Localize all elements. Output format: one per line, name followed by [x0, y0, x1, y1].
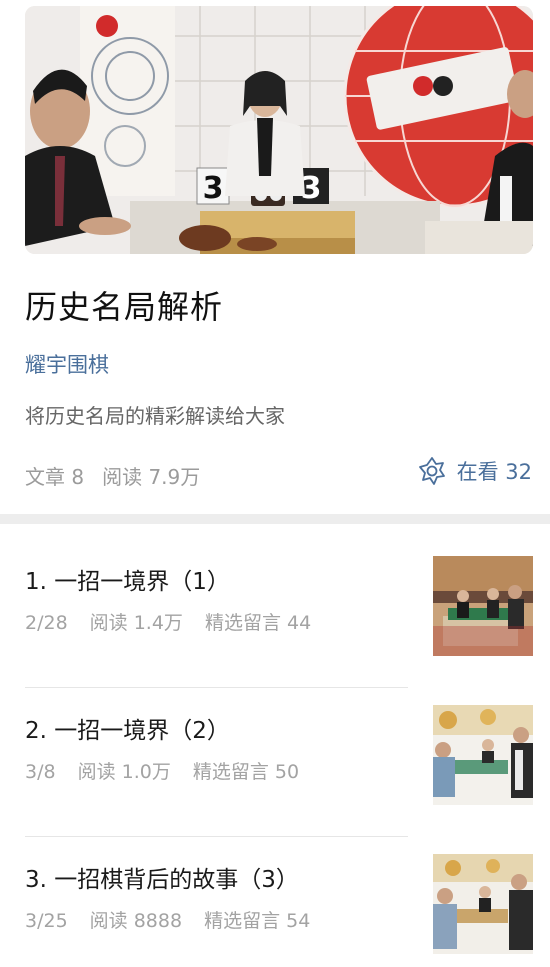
section-divider — [0, 514, 550, 524]
list-item[interactable]: 2. 一招一境界（2） 3/8 阅读 1.0万 精选留言 50 — [25, 705, 533, 811]
list-divider — [25, 836, 408, 837]
article-date: 3/8 — [25, 761, 56, 783]
article-date: 2/28 — [25, 612, 68, 634]
watching-label: 在看 32 — [456, 460, 532, 484]
article-thumbnail — [433, 705, 533, 805]
list-divider — [25, 687, 408, 688]
album-stats: 文章 8 阅读 7.9万 — [25, 461, 200, 490]
list-item[interactable]: 3. 一招棋背后的故事（3） 3/25 阅读 8888 精选留言 54 — [25, 854, 533, 960]
article-meta: 3/25 阅读 8888 精选留言 54 — [25, 906, 332, 933]
article-reads: 阅读 1.0万 — [77, 761, 171, 783]
album-description: 将历史名局的精彩解读给大家 — [25, 404, 285, 428]
article-reads: 阅读 8888 — [89, 910, 183, 932]
article-comments: 精选留言 54 — [204, 910, 311, 932]
author-link[interactable]: 耀宇围棋 — [25, 349, 109, 379]
article-meta: 2/28 阅读 1.4万 精选留言 44 — [25, 608, 333, 635]
articles-count: 文章 8 — [25, 465, 85, 489]
article-title: 1. 一招一境界（1） — [25, 569, 230, 595]
album-title: 历史名局解析 — [25, 288, 224, 326]
article-reads: 阅读 1.4万 — [89, 612, 183, 634]
article-date: 3/25 — [25, 910, 68, 932]
article-comments: 精选留言 44 — [204, 612, 312, 634]
score-left: 3 — [203, 171, 224, 206]
watching-button[interactable]: 在看 32 — [417, 456, 532, 486]
article-meta: 3/8 阅读 1.0万 精选留言 50 — [25, 757, 321, 784]
article-title: 2. 一招一境界（2） — [25, 718, 230, 744]
article-comments: 精选留言 50 — [192, 761, 300, 783]
article-title: 3. 一招棋背后的故事（3） — [25, 867, 299, 893]
list-item[interactable]: 1. 一招一境界（1） 2/28 阅读 1.4万 精选留言 44 — [25, 556, 533, 662]
cover-image: 3 3 — [25, 6, 533, 254]
reads-count: 阅读 7.9万 — [102, 465, 201, 489]
flower-icon — [417, 456, 447, 486]
article-thumbnail — [433, 854, 533, 954]
album-page: 3 3 历史名局解析 耀宇围棋 将历史名局的精彩解读给大家 文章 8 阅读 7.… — [0, 0, 550, 967]
article-thumbnail — [433, 556, 533, 656]
